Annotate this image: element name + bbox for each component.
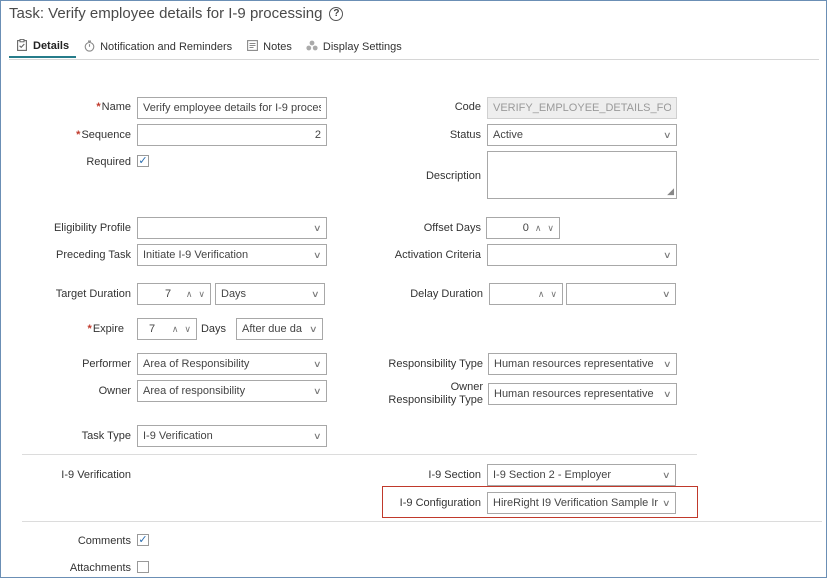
target-duration-stepper[interactable]: 7 ∧ ∨ (137, 283, 211, 305)
decrement-icon[interactable]: ∨ (198, 289, 205, 300)
section-divider (22, 454, 697, 455)
activation-criteria-select[interactable]: ∨ (487, 244, 677, 266)
attachments-label: Attachments (69, 562, 131, 574)
sequence-label: *Sequence (76, 129, 131, 141)
i9-configuration-label: I-9 Configuration (399, 497, 481, 509)
chevron-down-icon: ∨ (663, 129, 672, 140)
performer-select[interactable]: Area of Responsibility ∨ (137, 353, 327, 375)
check-icon: ✓ (138, 533, 148, 546)
i9-section-label: I-9 Section (428, 469, 481, 481)
sequence-input[interactable]: 2 (137, 124, 327, 146)
section-divider (22, 521, 822, 522)
decrement-icon[interactable]: ∨ (547, 223, 554, 234)
notes-icon (246, 40, 258, 54)
tab-notification-and-reminders[interactable]: Notification and Reminders (76, 36, 239, 58)
preceding-task-select[interactable]: Initiate I-9 Verification ∨ (137, 244, 327, 266)
page-title-bar: Task: Verify employee details for I-9 pr… (9, 5, 344, 22)
task-type-label: Task Type (81, 430, 131, 442)
tab-notes-label: Notes (263, 41, 292, 53)
description-label: Description (425, 170, 481, 182)
attachments-checkbox[interactable] (137, 561, 149, 573)
expire-stepper[interactable]: 7 ∧ ∨ (137, 318, 197, 340)
shapes-icon (306, 40, 318, 54)
owner-label: Owner (98, 385, 131, 397)
i9-configuration-select[interactable]: HireRight I9 Verification Sample Ir ∨ (487, 492, 676, 514)
chevron-down-icon: ∨ (662, 497, 671, 508)
tab-details-label: Details (33, 40, 70, 52)
chevron-down-icon: ∨ (663, 358, 672, 369)
chevron-down-icon: ∨ (662, 469, 671, 480)
chevron-down-icon: ∨ (662, 288, 671, 299)
target-duration-label: Target Duration (55, 288, 131, 300)
expire-when-select[interactable]: After due da ∨ (236, 318, 323, 340)
chevron-down-icon: ∨ (309, 323, 318, 334)
increment-icon[interactable]: ∧ (172, 324, 179, 335)
chevron-down-icon: ∨ (663, 388, 672, 399)
increment-icon[interactable]: ∧ (186, 289, 193, 300)
increment-icon[interactable]: ∧ (535, 223, 542, 234)
check-icon: ✓ (138, 154, 148, 167)
tab-notification-label: Notification and Reminders (100, 41, 233, 53)
offset-days-stepper[interactable]: 0 ∧ ∨ (486, 217, 560, 239)
owner-select[interactable]: Area of responsibility ∨ (137, 380, 327, 402)
status-label: Status (449, 129, 481, 141)
help-icon[interactable]: ? (329, 6, 344, 21)
delay-duration-stepper[interactable]: ∧ ∨ (489, 283, 563, 305)
i9-verification-section-label: I-9 Verification (61, 469, 131, 481)
eligibility-profile-label: Eligibility Profile (53, 222, 131, 234)
preceding-task-label: Preceding Task (55, 249, 131, 261)
code-label: Code (454, 101, 481, 113)
expire-days-label: Days (200, 323, 226, 335)
comments-label: Comments (77, 535, 131, 547)
tab-details[interactable]: Details (9, 36, 77, 58)
code-input: VERIFY_EMPLOYEE_DETAILS_FOR_I-9_ (487, 97, 677, 119)
responsibility-type-select[interactable]: Human resources representative ∨ (488, 353, 677, 375)
delay-duration-unit-select[interactable]: ∨ (566, 283, 676, 305)
name-input[interactable]: Verify employee details for I-9 proces (137, 97, 327, 119)
performer-label: Performer (82, 358, 131, 370)
chevron-down-icon: ∨ (311, 288, 320, 299)
name-label: *Name (96, 101, 131, 113)
delay-duration-label: Delay Duration (410, 288, 483, 300)
decrement-icon[interactable]: ∨ (184, 324, 191, 335)
comments-checkbox[interactable]: ✓ (137, 534, 149, 546)
responsibility-type-label: Responsibility Type (388, 358, 483, 370)
owner-responsibility-type-select[interactable]: Human resources representative ∨ (488, 383, 677, 405)
eligibility-profile-select[interactable]: ∨ (137, 217, 327, 239)
required-checkbox[interactable]: ✓ (137, 155, 149, 167)
chevron-down-icon: ∨ (313, 222, 322, 233)
tab-bar: Details Notification and Reminders Notes… (9, 36, 409, 60)
chevron-down-icon: ∨ (313, 385, 322, 396)
task-type-select[interactable]: I-9 Verification ∨ (137, 425, 327, 447)
chevron-down-icon: ∨ (313, 358, 322, 369)
tab-notes[interactable]: Notes (239, 36, 299, 58)
page-title: Task: Verify employee details for I-9 pr… (9, 5, 323, 22)
chevron-down-icon: ∨ (663, 249, 672, 260)
activation-criteria-label: Activation Criteria (394, 249, 481, 261)
tab-display-settings-label: Display Settings (322, 41, 402, 53)
offset-days-label: Offset Days (423, 222, 481, 234)
description-textarea[interactable]: ◢ (487, 151, 677, 199)
status-select[interactable]: Active ∨ (487, 124, 677, 146)
tab-divider (9, 59, 819, 60)
chevron-down-icon: ∨ (313, 249, 322, 260)
target-duration-unit-select[interactable]: Days ∨ (215, 283, 325, 305)
owner-responsibility-type-label: Owner Responsibility Type (388, 381, 483, 406)
expire-label: *Expire (87, 323, 124, 335)
required-asterisk: * (96, 101, 101, 113)
stopwatch-icon (83, 40, 95, 55)
i9-section-select[interactable]: I-9 Section 2 - Employer ∨ (487, 464, 676, 486)
chevron-down-icon: ∨ (313, 430, 322, 441)
decrement-icon[interactable]: ∨ (550, 289, 557, 300)
tab-display-settings[interactable]: Display Settings (299, 36, 409, 58)
resize-handle-icon[interactable]: ◢ (667, 186, 674, 197)
clipboard-icon (16, 38, 28, 54)
increment-icon[interactable]: ∧ (538, 289, 545, 300)
required-label: Required (86, 156, 131, 168)
